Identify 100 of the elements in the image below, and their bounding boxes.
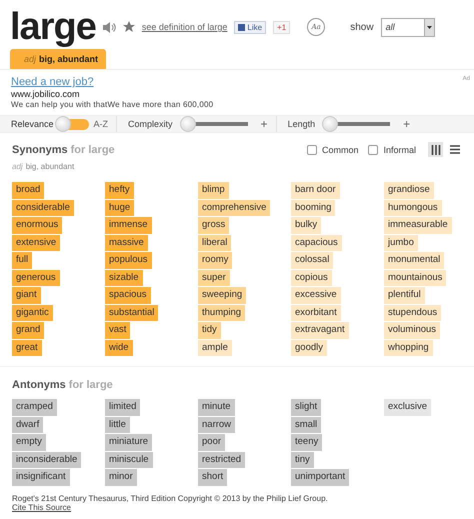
word-chip[interactable]: broad	[12, 182, 44, 198]
sort-option[interactable]: A-Z	[94, 119, 108, 129]
word-chip[interactable]: jumbo	[384, 234, 418, 251]
word-chip[interactable]: blimp	[198, 182, 229, 198]
heading-word: for large	[70, 144, 115, 156]
word-chip[interactable]: empty	[12, 434, 46, 450]
word-chip[interactable]: thumping	[198, 304, 246, 321]
word-chip[interactable]: grandiose	[384, 182, 434, 198]
word-chip[interactable]: vast	[105, 322, 130, 338]
word-chip[interactable]: liberal	[198, 234, 232, 251]
word-chip[interactable]: grand	[12, 322, 44, 338]
word-chip[interactable]: hefty	[105, 182, 134, 198]
sort-option[interactable]: Relevance	[11, 119, 54, 129]
complexity-label: Complexity	[128, 119, 173, 129]
definition-link[interactable]: see definition of large	[142, 22, 228, 32]
word-chip[interactable]: miniature	[105, 434, 152, 450]
plus-icon[interactable]: +	[260, 117, 268, 131]
word-chip[interactable]: colossal	[291, 252, 334, 268]
word-chip[interactable]: insignificant	[12, 469, 70, 486]
word-chip[interactable]: copious	[291, 270, 332, 286]
heading-word: for large	[68, 379, 113, 391]
word-chip[interactable]: cramped	[12, 399, 57, 416]
word-chip[interactable]: poor	[198, 434, 226, 450]
word-chip[interactable]: ample	[198, 340, 232, 356]
word-chip[interactable]: miniscule	[105, 452, 153, 468]
word-chip[interactable]: super	[198, 270, 230, 286]
word-chip[interactable]: monumental	[384, 252, 444, 268]
common-checkbox[interactable]	[306, 144, 317, 154]
word-chip[interactable]: barn door	[291, 182, 340, 198]
facebook-icon	[238, 24, 246, 30]
word-chip[interactable]: booming	[291, 200, 336, 216]
word-chip[interactable]: huge	[105, 200, 134, 216]
synonyms-heading: Synonyms	[12, 144, 68, 156]
word-chip[interactable]: extensive	[12, 234, 60, 251]
word-chip[interactable]: little	[105, 416, 130, 433]
word-chip[interactable]: extravagant	[291, 322, 349, 338]
word-chip[interactable]: gross	[198, 217, 230, 234]
sense-tab[interactable]: adj big, abundant	[10, 49, 106, 69]
plus-icon[interactable]: +	[403, 117, 410, 131]
word-chip[interactable]: massive	[105, 234, 148, 251]
word-chip[interactable]: teeny	[291, 434, 322, 450]
word-chip[interactable]: humongous	[384, 200, 442, 216]
word-chip[interactable]: considerable	[12, 200, 74, 216]
word-chip[interactable]: narrow	[198, 416, 236, 433]
star-icon[interactable]	[122, 21, 135, 33]
word-chip[interactable]: short	[198, 469, 228, 486]
ad-url: www.jobilico.com	[11, 89, 81, 99]
word-chip[interactable]: sweeping	[198, 287, 246, 304]
word-chip[interactable]: inconsiderable	[12, 452, 82, 468]
word-chip[interactable]: exorbitant	[291, 304, 341, 321]
word-chip[interactable]: wide	[105, 340, 133, 356]
show-select[interactable]: all	[380, 18, 435, 36]
word-chip[interactable]: limited	[105, 399, 140, 416]
word-chip[interactable]: excessive	[291, 287, 341, 304]
word-chip[interactable]: giant	[12, 287, 41, 304]
word-chip[interactable]: bulky	[291, 217, 322, 234]
word-chip[interactable]: immense	[105, 217, 152, 234]
dropdown-arrow-icon	[426, 26, 432, 28]
word-chip[interactable]: roomy	[198, 252, 232, 268]
word-chip[interactable]: goodly	[291, 340, 327, 356]
common-label: Common	[322, 144, 358, 154]
word-chip[interactable]: sizable	[105, 270, 143, 286]
word-chip[interactable]: capacious	[291, 234, 342, 251]
word-chip[interactable]: stupendous	[384, 304, 442, 321]
word-chip[interactable]: voluminous	[384, 322, 440, 338]
word-chip[interactable]: mountainous	[384, 270, 446, 286]
word-chip[interactable]: spacious	[105, 287, 150, 304]
speaker-icon[interactable]	[102, 22, 116, 32]
word-chip[interactable]: substantial	[105, 304, 158, 321]
word-chip[interactable]: comprehensive	[198, 200, 270, 216]
word-chip[interactable]: tiny	[291, 452, 314, 468]
columns-view-button[interactable]	[428, 142, 443, 157]
word-chip[interactable]: unimportant	[291, 469, 350, 486]
word-chip[interactable]: minute	[198, 399, 235, 416]
word-chip[interactable]: immeasurable	[384, 217, 452, 234]
plus-one-button[interactable]: +1	[273, 20, 290, 34]
informal-checkbox[interactable]	[368, 144, 378, 154]
antonyms-heading: Antonyms	[12, 379, 66, 391]
word-chip[interactable]: small	[291, 416, 322, 433]
copyright-text: Roget's 21st Century Thesaurus, Third Edition Copyright © 2013 by the Philip Lief Group.	[12, 494, 329, 502]
cite-link[interactable]: Cite This Source	[12, 502, 71, 512]
word-chip[interactable]: slight	[291, 399, 322, 416]
slider-thumb[interactable]	[180, 116, 196, 132]
like-button[interactable]: Like	[234, 20, 266, 34]
word-chip[interactable]: full	[12, 252, 32, 268]
word-chip[interactable]: exclusive	[384, 399, 432, 416]
word-chip[interactable]: minor	[105, 469, 137, 486]
word-chip[interactable]: gigantic	[12, 304, 53, 321]
word-chip[interactable]: populous	[105, 252, 152, 268]
word-chip[interactable]: plentiful	[384, 287, 425, 304]
slider-thumb[interactable]	[322, 116, 338, 132]
word-chip[interactable]: enormous	[12, 217, 62, 234]
show-label: show	[350, 22, 374, 32]
word-chip[interactable]: great	[12, 340, 42, 356]
informal-label: Informal	[383, 144, 416, 154]
word-chip[interactable]: dwarf	[12, 416, 44, 433]
word-chip[interactable]: tidy	[198, 322, 221, 338]
word-chip[interactable]: generous	[12, 270, 60, 286]
word-chip[interactable]: restricted	[198, 452, 246, 468]
word-chip[interactable]: whopping	[384, 340, 433, 356]
